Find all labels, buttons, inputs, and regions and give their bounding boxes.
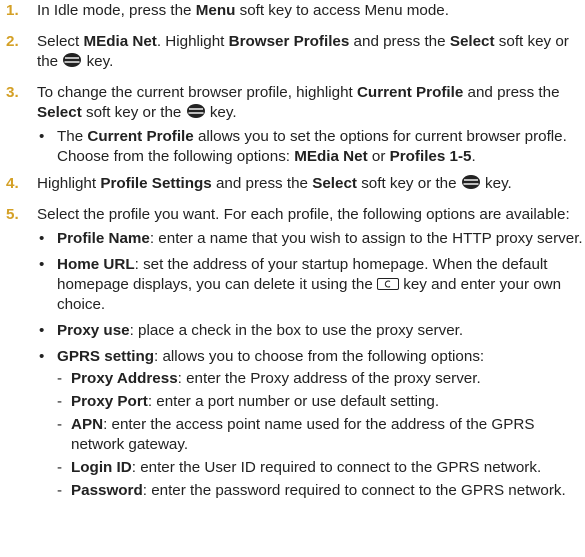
list-item: - Password: enter the password required t… [57, 481, 585, 501]
step-text: and press the [211, 175, 313, 192]
step-number: 2. [6, 33, 19, 50]
bullet-icon: • [39, 348, 45, 365]
manual-page: 1. In Idle mode, press the Menu soft key… [0, 0, 585, 557]
bullet-text: The [57, 128, 88, 145]
current-profile-term: Current Profile [87, 128, 194, 145]
list-item: - Proxy Port: enter a port number or use … [57, 392, 585, 412]
dash-icon: - [57, 459, 63, 476]
bullet-text: . [471, 148, 476, 165]
clear-key-icon [377, 278, 399, 290]
option-label: APN [71, 416, 104, 433]
step-1: 1. In Idle mode, press the Menu soft key… [6, 1, 585, 21]
step-3-bullets: • The Current Profile allows you to set … [37, 127, 585, 167]
bullet-icon: • [39, 322, 45, 339]
profile-settings-term: Profile Settings [100, 175, 212, 192]
step-text: In Idle mode, press the [37, 2, 196, 19]
select-key-term: Select [37, 104, 82, 121]
step-text: Highlight [37, 175, 101, 192]
step-2: 2. Select MEdia Net. Highlight Browser P… [6, 32, 585, 72]
step-text: key. [480, 175, 512, 192]
bullet-icon: • [39, 256, 45, 273]
step-3: 3. To change the current browser profile… [6, 83, 585, 167]
media-net-option: MEdia Net [294, 148, 368, 165]
nav-ok-key-icon [461, 175, 480, 189]
option-description: : enter the User ID required to connect … [131, 459, 542, 476]
option-description: : place a check in the box to use the pr… [129, 322, 464, 339]
select-key-term: Select [312, 175, 357, 192]
dash-icon: - [57, 370, 63, 387]
option-label: Proxy Address [71, 370, 178, 387]
nav-ok-key-icon [186, 104, 205, 118]
step-text: and press the [349, 33, 450, 50]
dash-icon: - [57, 393, 63, 410]
list-item: • The Current Profile allows you to set … [37, 127, 585, 167]
option-label: Password [71, 482, 143, 499]
media-net-term: MEdia Net [83, 33, 157, 50]
list-item: • Profile Name: enter a name that you wi… [37, 229, 585, 249]
step-text: key. [205, 104, 237, 121]
step-number: 3. [6, 84, 19, 101]
step-number: 5. [6, 206, 19, 223]
option-label: Login ID [71, 459, 132, 476]
step-text: To change the current browser profile, h… [37, 84, 357, 101]
option-label: Home URL [57, 256, 135, 273]
step-text: Select the profile you want. For each pr… [37, 206, 570, 223]
step-text: soft key or the [356, 175, 461, 192]
gprs-options-list: - Proxy Address: enter the Proxy address … [57, 369, 585, 501]
option-label: GPRS setting [57, 348, 155, 365]
step-text: soft key or the [81, 104, 186, 121]
list-item: - APN: enter the access point name used f… [57, 415, 585, 455]
option-description: : enter the access point name used for t… [71, 416, 535, 453]
option-description: : enter a name that you wish to assign t… [149, 230, 583, 247]
nav-ok-key-icon [63, 53, 82, 67]
step-text: and press the [463, 84, 560, 101]
option-description: : enter the password required to connect… [142, 482, 566, 499]
profiles-option: Profiles 1-5 [389, 148, 472, 165]
option-description: : enter a port number or use default set… [147, 393, 440, 410]
option-description: : enter the Proxy address of the proxy s… [177, 370, 481, 387]
list-item: • Proxy use: place a check in the box to… [37, 321, 585, 341]
step-number: 4. [6, 175, 19, 192]
menu-key-term: Menu [195, 2, 236, 19]
bullet-icon: • [39, 128, 45, 145]
step-5-bullets: • Profile Name: enter a name that you wi… [37, 229, 585, 501]
step-5: 5. Select the profile you want. For each… [6, 205, 585, 501]
option-description: : allows you to choose from the followin… [154, 348, 485, 365]
bullet-text: or [367, 148, 390, 165]
dash-icon: - [57, 482, 63, 499]
step-text: Select [37, 33, 84, 50]
option-label: Proxy use [57, 322, 130, 339]
step-number: 1. [6, 2, 19, 19]
bullet-icon: • [39, 230, 45, 247]
current-profile-term: Current Profile [356, 84, 464, 101]
list-item: • GPRS setting: allows you to choose fro… [37, 347, 585, 501]
step-text: . Highlight [156, 33, 229, 50]
step-4: 4. Highlight Profile Settings and press … [6, 174, 585, 194]
list-item: • Home URL: set the address of your star… [37, 255, 585, 315]
list-item: - Proxy Address: enter the Proxy address … [57, 369, 585, 389]
dash-icon: - [57, 416, 63, 433]
select-key-term: Select [449, 33, 495, 50]
browser-profiles-term: Browser Profiles [228, 33, 350, 50]
step-text: soft key to access Menu mode. [235, 2, 449, 19]
option-label: Profile Name [57, 230, 150, 247]
list-item: - Login ID: enter the User ID required to… [57, 458, 585, 478]
step-text: key. [82, 53, 114, 70]
option-label: Proxy Port [71, 393, 148, 410]
